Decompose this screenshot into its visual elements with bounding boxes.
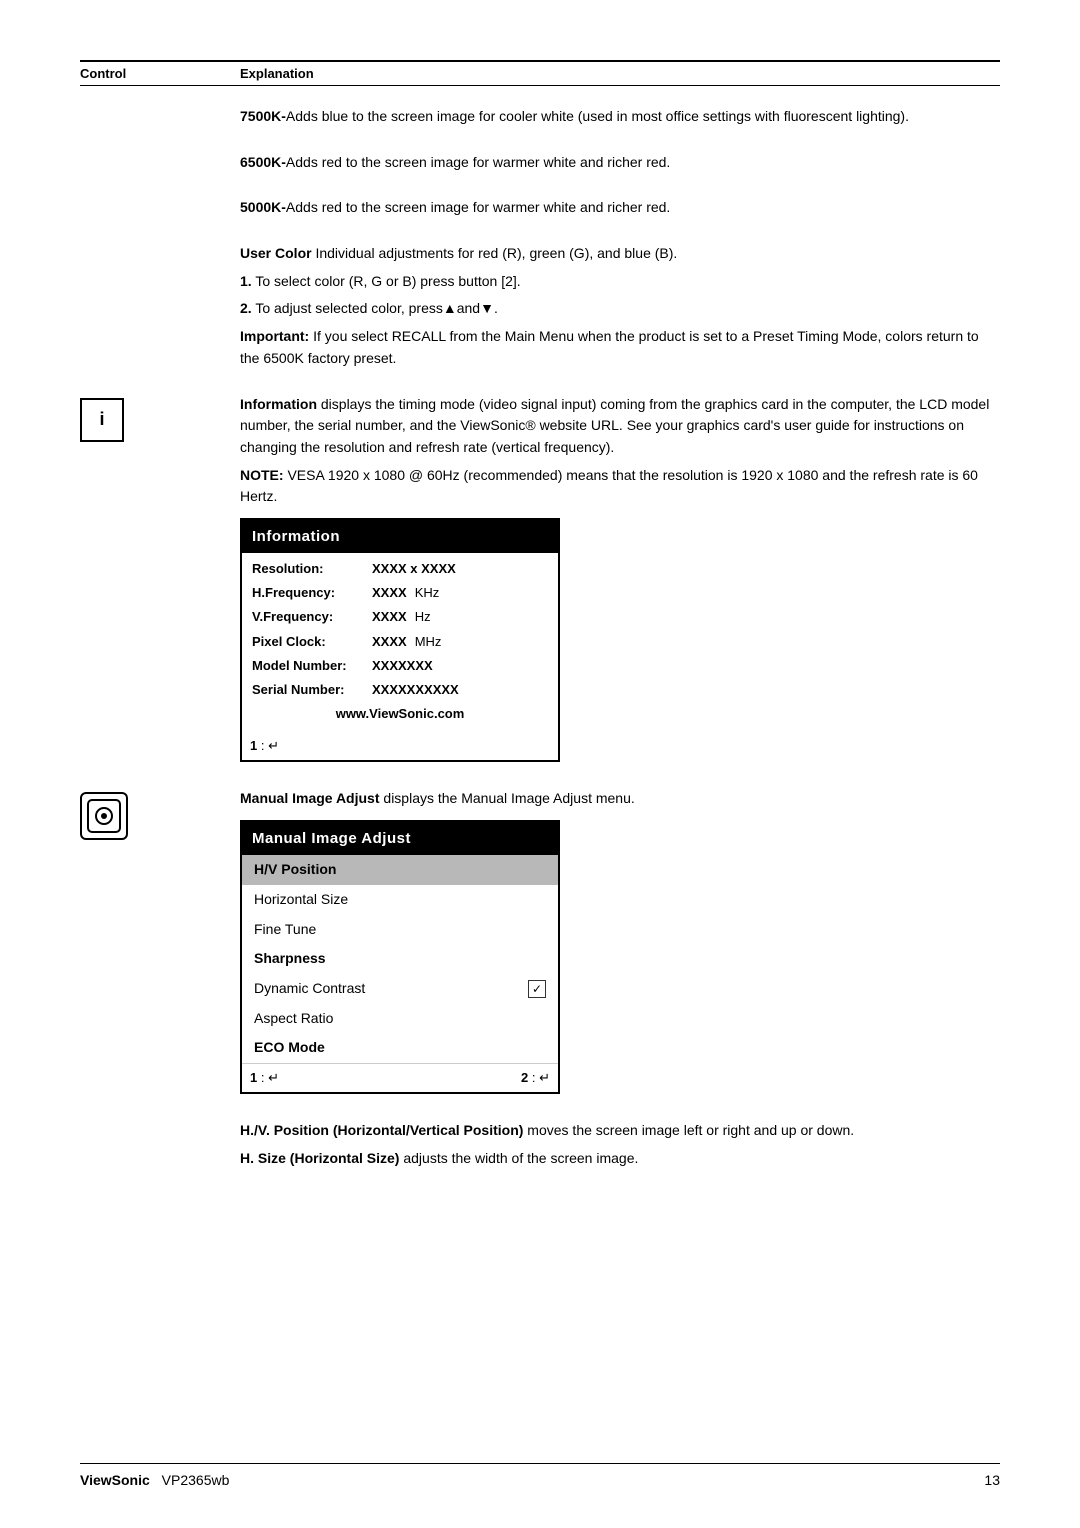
mia-footer-btn2: 2 : ↵	[521, 1068, 550, 1088]
text-user-color-1: User Color Individual adjustments for re…	[240, 243, 1000, 265]
info-url: www.ViewSonic.com	[252, 702, 548, 728]
explanation-header: Explanation	[240, 66, 314, 81]
control-header: Control	[80, 66, 240, 81]
info-value-vfreq: XXXX	[372, 607, 407, 627]
info-row-hfreq: H.Frequency: XXXX KHz	[252, 581, 548, 605]
adjust-icon-svg	[86, 798, 122, 834]
text-mia-intro: Manual Image Adjust displays the Manual …	[240, 788, 1000, 810]
mia-label-hv-position: H/V Position	[254, 859, 336, 881]
information-box-body: Resolution: XXXX x XXXX H.Frequency: XXX…	[242, 553, 558, 732]
mia-box-title: Manual Image Adjust	[242, 822, 558, 855]
footer-brand-model: ViewSonic VP2365wb	[80, 1472, 229, 1488]
section-information: i Information displays the timing mode (…	[80, 394, 1000, 771]
info-value-pixelclock: XXXX	[372, 632, 407, 652]
mia-label-sharpness: Sharpness	[254, 948, 326, 970]
footer-model: VP2365wb	[162, 1472, 230, 1488]
info-value-hfreq: XXXX	[372, 583, 407, 603]
mia-item-horizontal-size[interactable]: Horizontal Size	[242, 885, 558, 915]
text-6500k: 6500K-Adds red to the screen image for w…	[240, 152, 1000, 174]
section-5000k: 5000K-Adds red to the screen image for w…	[80, 197, 1000, 225]
explanation-information: Information displays the timing mode (vi…	[240, 394, 1000, 771]
mia-label-aspect-ratio: Aspect Ratio	[254, 1008, 333, 1030]
info-value-resolution: XXXX x XXXX	[372, 559, 456, 579]
text-information-intro: Information displays the timing mode (vi…	[240, 394, 1000, 459]
info-row-resolution: Resolution: XXXX x XXXX	[252, 557, 548, 581]
page-footer: ViewSonic VP2365wb 13	[80, 1463, 1000, 1488]
info-value-model: XXXXXXX	[372, 656, 433, 676]
section-manual-image-adjust: Manual Image Adjust displays the Manual …	[80, 788, 1000, 1102]
control-col-user-color	[80, 243, 240, 245]
mia-footer: 1 : ↵ 2 : ↵	[242, 1063, 558, 1092]
information-icon: i	[80, 398, 124, 442]
section-6500k: 6500K-Adds red to the screen image for w…	[80, 152, 1000, 180]
mia-item-hv-position[interactable]: H/V Position	[242, 855, 558, 885]
control-col-information: i	[80, 394, 240, 442]
explanation-mia: Manual Image Adjust displays the Manual …	[240, 788, 1000, 1102]
mia-item-sharpness[interactable]: Sharpness	[242, 944, 558, 974]
explanation-7500k: 7500K-Adds blue to the screen image for …	[240, 106, 1000, 134]
info-label-model: Model Number:	[252, 656, 372, 676]
info-footer-btn1: 1 : ↵	[250, 736, 279, 756]
section-7500k: 7500K-Adds blue to the screen image for …	[80, 106, 1000, 134]
control-col-hv-desc	[80, 1120, 240, 1122]
info-label-vfreq: V.Frequency:	[252, 607, 372, 627]
footer-brand: ViewSonic	[80, 1472, 150, 1488]
control-col-5000k	[80, 197, 240, 199]
info-label-serial: Serial Number:	[252, 680, 372, 700]
info-row-pixelclock: Pixel Clock: XXXX MHz	[252, 630, 548, 654]
text-information-note: NOTE: VESA 1920 x 1080 @ 60Hz (recommend…	[240, 465, 1000, 508]
mia-item-aspect-ratio[interactable]: Aspect Ratio	[242, 1004, 558, 1034]
dynamic-contrast-checkbox[interactable]: ✓	[528, 980, 546, 998]
control-col-mia	[80, 788, 240, 840]
mia-label-fine-tune: Fine Tune	[254, 919, 316, 941]
explanation-hv-desc: H./V. Position (Horizontal/Vertical Posi…	[240, 1120, 1000, 1175]
info-unit-hfreq: KHz	[415, 583, 440, 603]
mia-item-fine-tune[interactable]: Fine Tune	[242, 915, 558, 945]
explanation-5000k: 5000K-Adds red to the screen image for w…	[240, 197, 1000, 225]
info-label-pixelclock: Pixel Clock:	[252, 632, 372, 652]
mia-item-eco-mode[interactable]: ECO Mode	[242, 1033, 558, 1063]
info-label-hfreq: H.Frequency:	[252, 583, 372, 603]
section-hv-position-desc: H./V. Position (Horizontal/Vertical Posi…	[80, 1120, 1000, 1175]
section-user-color: User Color Individual adjustments for re…	[80, 243, 1000, 375]
info-value-serial: XXXXXXXXXX	[372, 680, 459, 700]
page: Control Explanation 7500K-Adds blue to t…	[0, 0, 1080, 1528]
mia-item-dynamic-contrast[interactable]: Dynamic Contrast ✓	[242, 974, 558, 1004]
mia-label-dynamic-contrast: Dynamic Contrast	[254, 978, 365, 1000]
explanation-user-color: User Color Individual adjustments for re…	[240, 243, 1000, 375]
mia-footer-btn1: 1 : ↵	[250, 1068, 279, 1088]
info-footer: 1 : ↵	[242, 732, 558, 760]
info-row-vfreq: V.Frequency: XXXX Hz	[252, 605, 548, 629]
explanation-6500k: 6500K-Adds red to the screen image for w…	[240, 152, 1000, 180]
info-unit-vfreq: Hz	[415, 607, 431, 627]
info-unit-pixelclock: MHz	[415, 632, 442, 652]
info-i-letter: i	[99, 409, 104, 430]
text-5000k: 5000K-Adds red to the screen image for w…	[240, 197, 1000, 219]
footer-page-number: 13	[984, 1472, 1000, 1488]
text-user-color-2: 1. To select color (R, G or B) press but…	[240, 271, 1000, 293]
text-hsize-desc: H. Size (Horizontal Size) adjusts the wi…	[240, 1148, 1000, 1170]
text-user-color-4: Important: If you select RECALL from the…	[240, 326, 1000, 369]
table-header: Control Explanation	[80, 60, 1000, 86]
info-label-resolution: Resolution:	[252, 559, 372, 579]
manual-image-adjust-box: Manual Image Adjust H/V Position Horizon…	[240, 820, 560, 1094]
text-7500k: 7500K-Adds blue to the screen image for …	[240, 106, 1000, 128]
information-box: Information Resolution: XXXX x XXXX H.Fr…	[240, 518, 560, 762]
info-row-serial: Serial Number: XXXXXXXXXX	[252, 678, 548, 702]
control-col-7500k	[80, 106, 240, 108]
control-col-6500k	[80, 152, 240, 154]
info-row-model: Model Number: XXXXXXX	[252, 654, 548, 678]
mia-label-horizontal-size: Horizontal Size	[254, 889, 348, 911]
mia-label-eco-mode: ECO Mode	[254, 1037, 325, 1059]
information-box-title: Information	[242, 520, 558, 553]
text-user-color-3: 2. To adjust selected color, press▲and▼.	[240, 298, 1000, 320]
manual-image-adjust-icon	[80, 792, 128, 840]
text-hv-position-desc: H./V. Position (Horizontal/Vertical Posi…	[240, 1120, 1000, 1142]
